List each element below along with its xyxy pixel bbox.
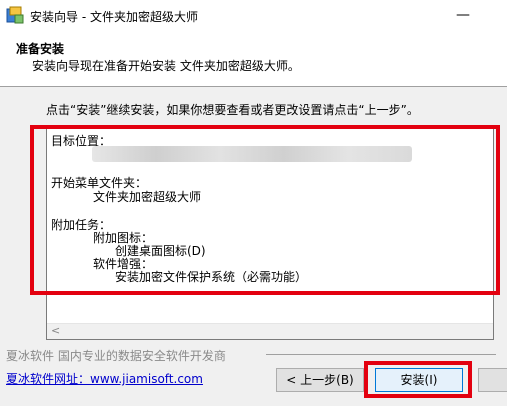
cancel-button[interactable] <box>478 368 507 392</box>
company-tagline: 夏冰软件 国内专业的数据安全软件开发商 <box>6 349 226 363</box>
scroll-left-icon[interactable]: < <box>51 324 60 338</box>
back-button[interactable]: < 上一步(B) <box>276 368 364 392</box>
highlight-box-memo <box>30 125 500 295</box>
minimize-button[interactable]: — <box>440 0 486 32</box>
window-title: 安装向导 - 文件夹加密超级大师 <box>30 10 198 24</box>
wizard-header: 准备安装 安装向导现在准备开始安装 文件夹加密超级大师。 <box>0 32 507 87</box>
instruction-text: 点击“安装”继续安装，如果你想要查看或者更改设置请点击“上一步”。 <box>46 103 419 117</box>
installer-app-icon <box>6 6 24 24</box>
page-subtitle: 安装向导现在准备开始安装 文件夹加密超级大师。 <box>32 59 300 73</box>
website-link[interactable]: 夏冰软件网址：www.jiamisoft.com <box>6 370 203 387</box>
highlight-box-install <box>364 361 472 398</box>
horizontal-scrollbar[interactable]: < <box>47 323 493 339</box>
title-bar: 安装向导 - 文件夹加密超级大师 — <box>0 0 507 32</box>
footer-divider <box>266 354 496 355</box>
page-title: 准备安装 <box>16 42 65 56</box>
